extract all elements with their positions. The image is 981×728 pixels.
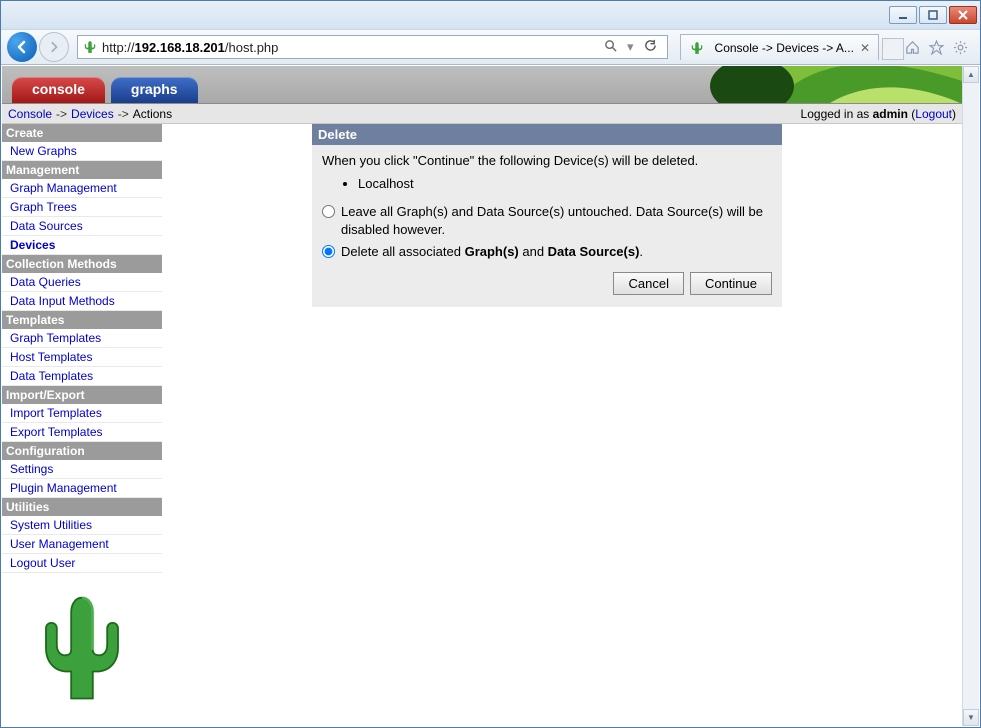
login-status: Logged in as admin (Logout) [801,107,956,121]
browser-navbar: http://192.168.18.201/host.php ▾ Console… [1,29,980,65]
nav-forward-button[interactable] [39,32,69,62]
sidebar-item-settings[interactable]: Settings [2,460,162,479]
sidebar-item-new-graphs[interactable]: New Graphs [2,142,162,161]
sidebar-item-host-templates[interactable]: Host Templates [2,348,162,367]
tab-console[interactable]: console [12,77,105,103]
cactus-logo [37,589,127,709]
favorites-icon[interactable] [928,39,944,55]
sidebar-item-devices[interactable]: Devices [2,236,162,255]
sidebar-item-data-templates[interactable]: Data Templates [2,367,162,386]
sidebar-item-data-sources[interactable]: Data Sources [2,217,162,236]
delete-panel: Delete When you click "Continue" the fol… [312,124,782,307]
sidebar-item-data-queries[interactable]: Data Queries [2,273,162,292]
crumb-console[interactable]: Console [8,107,52,121]
sidebar-item-graph-trees[interactable]: Graph Trees [2,198,162,217]
continue-button[interactable]: Continue [690,272,772,295]
home-icon[interactable] [904,39,920,55]
site-icon [82,39,98,55]
tab-graphs[interactable]: graphs [111,77,198,103]
option-delete-all[interactable]: Delete all associated Graph(s) and Data … [322,243,772,261]
sidebar-section-header: Utilities [2,498,162,516]
url-text: http://192.168.18.201/host.php [102,40,598,55]
list-item: Localhost [358,176,772,191]
radio-delete-all[interactable] [322,245,335,258]
sidebar-item-system-utilities[interactable]: System Utilities [2,516,162,535]
sidebar: CreateNew GraphsManagementGraph Manageme… [2,124,162,717]
sidebar-item-plugin-management[interactable]: Plugin Management [2,479,162,498]
panel-intro: When you click "Continue" the following … [322,153,772,168]
nav-back-button[interactable] [7,32,37,62]
refresh-icon[interactable] [644,39,657,55]
search-icon[interactable] [604,39,617,55]
sidebar-section-header: Templates [2,311,162,329]
radio-leave[interactable] [322,205,335,218]
cancel-button[interactable]: Cancel [613,272,683,295]
minimize-button[interactable] [889,6,917,24]
browser-tab[interactable]: Console -> Devices -> A... ✕ [680,34,879,60]
window-titlebar [1,1,980,29]
new-tab-button[interactable] [882,38,904,60]
sidebar-section-header: Import/Export [2,386,162,404]
tab-title: Console -> Devices -> A... [715,41,854,55]
sidebar-item-logout-user[interactable]: Logout User [2,554,162,573]
scroll-up-button[interactable]: ▲ [963,66,979,83]
sidebar-section-header: Create [2,124,162,142]
settings-icon[interactable] [952,39,968,55]
tab-close-icon[interactable]: ✕ [860,41,870,55]
breadcrumb: Console -> Devices -> Actions Logged in … [2,104,962,124]
sidebar-item-user-management[interactable]: User Management [2,535,162,554]
vertical-scrollbar[interactable]: ▲ ▼ [962,66,979,726]
tab-icon [689,40,705,56]
sidebar-item-import-templates[interactable]: Import Templates [2,404,162,423]
sidebar-section-header: Configuration [2,442,162,460]
address-bar[interactable]: http://192.168.18.201/host.php ▾ [77,35,668,59]
crumb-actions: Actions [133,107,172,121]
close-button[interactable] [949,6,977,24]
device-list: Localhost [358,176,772,191]
sidebar-section-header: Collection Methods [2,255,162,273]
header-decor [582,66,962,104]
sidebar-item-data-input-methods[interactable]: Data Input Methods [2,292,162,311]
scroll-down-button[interactable]: ▼ [963,709,979,726]
sidebar-item-export-templates[interactable]: Export Templates [2,423,162,442]
sidebar-item-graph-management[interactable]: Graph Management [2,179,162,198]
crumb-devices[interactable]: Devices [71,107,114,121]
sidebar-item-graph-templates[interactable]: Graph Templates [2,329,162,348]
app-header: console graphs [2,66,962,104]
maximize-button[interactable] [919,6,947,24]
panel-title: Delete [312,124,782,145]
addr-dropdown-icon[interactable]: ▾ [627,39,634,55]
sidebar-section-header: Management [2,161,162,179]
option-leave-untouched[interactable]: Leave all Graph(s) and Data Source(s) un… [322,203,772,239]
logout-link[interactable]: Logout [915,107,952,121]
